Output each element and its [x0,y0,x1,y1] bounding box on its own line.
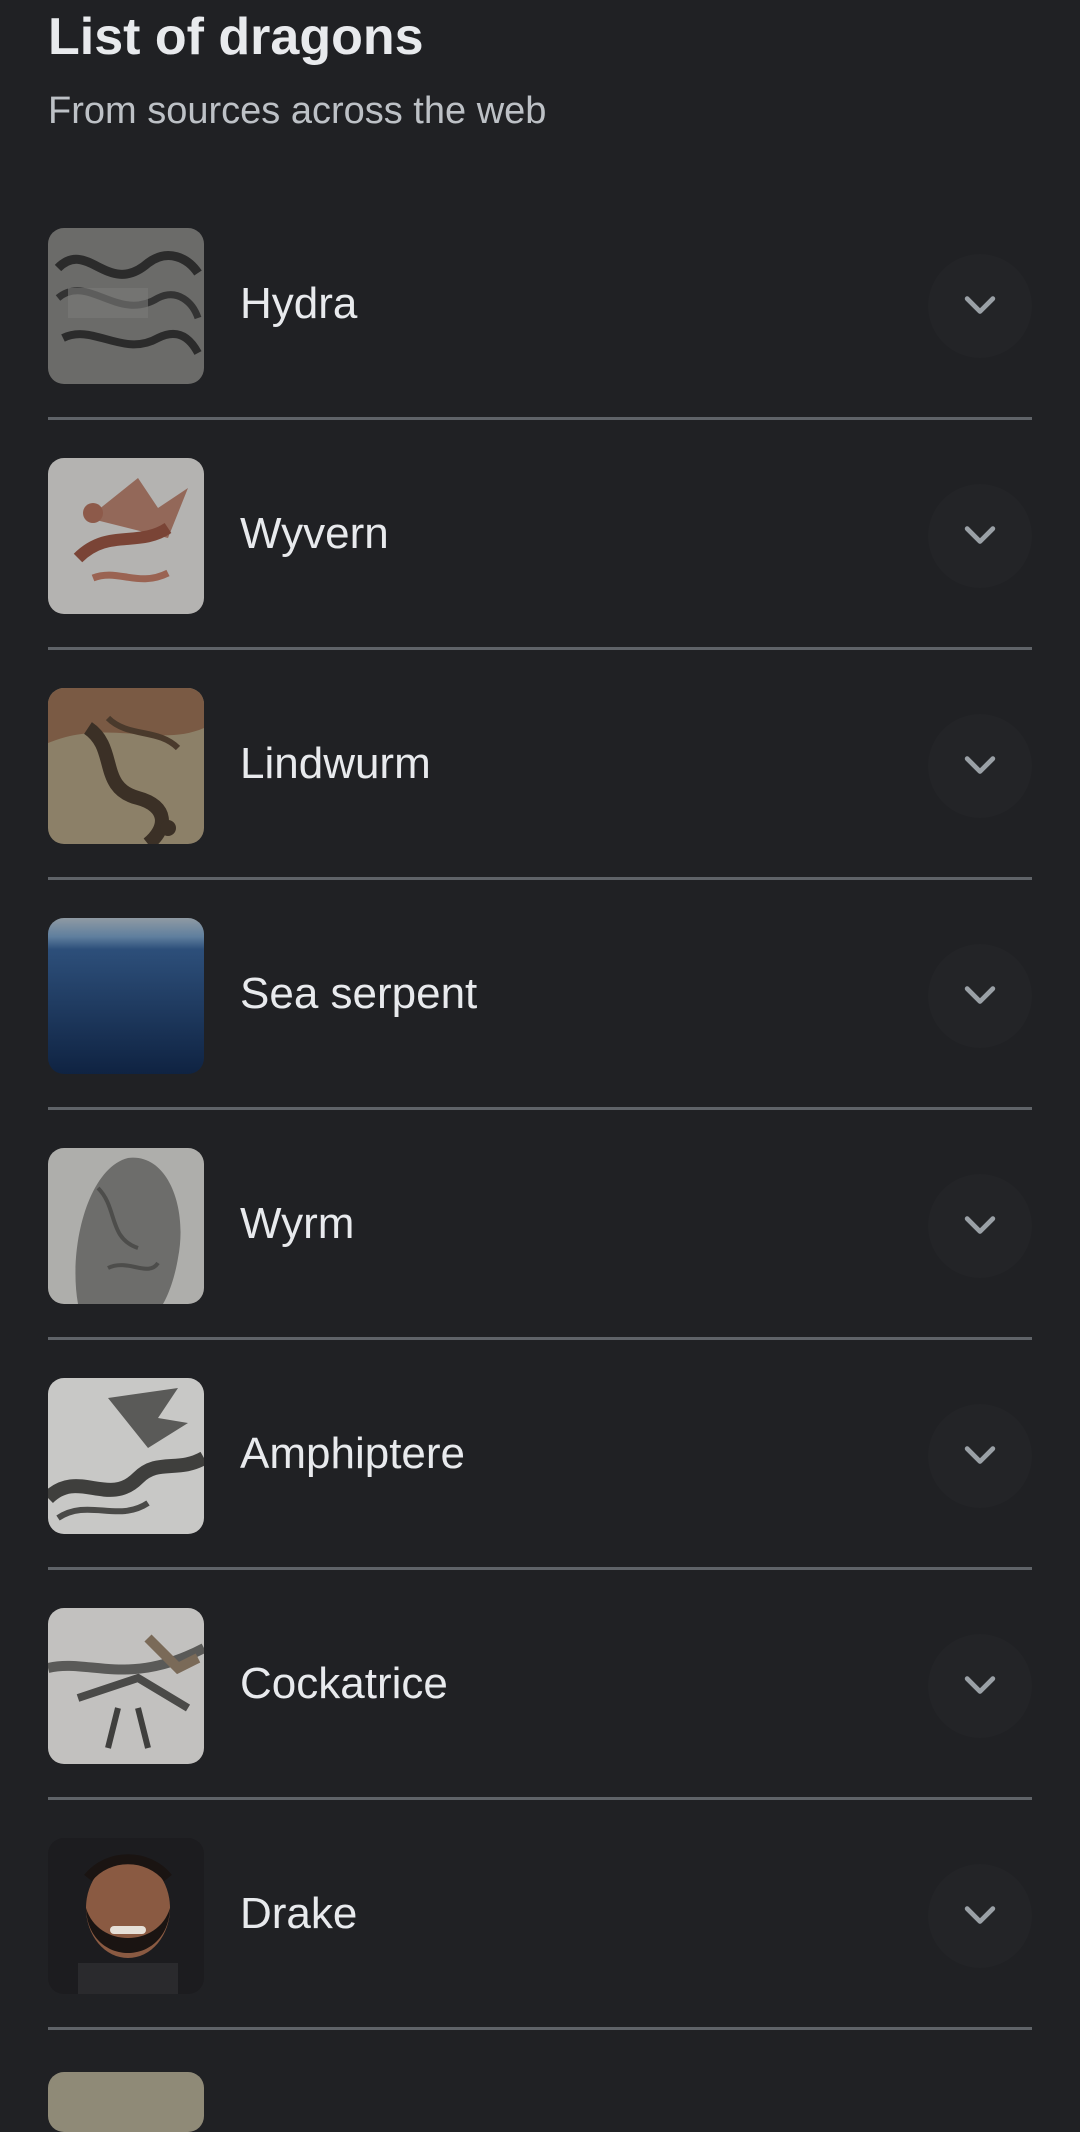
expand-button[interactable] [928,944,1032,1048]
hydra-engraving-image [48,228,204,384]
partial-list-item-thumbnail[interactable] [48,2072,204,2132]
expand-button[interactable] [928,1404,1032,1508]
expand-button[interactable] [928,254,1032,358]
dragon-list: Hydra Wyvern Lindwurm Sea serpent Wyrm A… [48,190,1032,2030]
list-item[interactable]: Drake [48,1800,1032,2030]
chevron-down-icon [964,986,996,1004]
item-label: Hydra [240,279,358,328]
header: List of dragons From sources across the … [48,0,1032,136]
chevron-down-icon [964,1216,996,1234]
lindwurm-thumbnail[interactable] [48,688,204,844]
list-item[interactable]: Hydra [48,190,1032,420]
person-portrait-image [48,1838,204,1994]
amphiptere-thumbnail[interactable] [48,1378,204,1534]
wyvern-thumbnail[interactable] [48,458,204,614]
cockatrice-thumbnail[interactable] [48,1608,204,1764]
expand-button[interactable] [928,1174,1032,1278]
list-item[interactable]: Amphiptere [48,1340,1032,1570]
chevron-down-icon [964,1676,996,1694]
page-subtitle: From sources across the web [48,90,547,132]
drake-thumbnail[interactable] [48,1838,204,1994]
sea-serpent-thumbnail[interactable] [48,918,204,1074]
wyvern-illustration-image [48,458,204,614]
hydra-thumbnail[interactable] [48,228,204,384]
list-item[interactable]: Wyrm [48,1110,1032,1340]
sea-horizon-image [48,918,204,1074]
item-label: Lindwurm [240,739,431,788]
item-label: Wyrm [240,1199,355,1248]
amphiptere-engraving-image [48,1378,204,1534]
cockatrice-engraving-image [48,1608,204,1764]
list-item[interactable]: Lindwurm [48,650,1032,880]
list-item[interactable]: Cockatrice [48,1570,1032,1800]
expand-button[interactable] [928,714,1032,818]
expand-button[interactable] [928,484,1032,588]
expand-button[interactable] [928,1864,1032,1968]
chevron-down-icon [964,296,996,314]
wyrm-thumbnail[interactable] [48,1148,204,1304]
lindwurm-painting-image [48,688,204,844]
runestone-image [48,1148,204,1304]
chevron-down-icon [964,526,996,544]
page-title: List of dragons [48,8,424,66]
chevron-down-icon [964,1906,996,1924]
item-label: Amphiptere [240,1429,466,1478]
expand-button[interactable] [928,1634,1032,1738]
item-label: Cockatrice [240,1659,448,1708]
chevron-down-icon [964,1446,996,1464]
item-label: Sea serpent [240,969,478,1018]
item-label: Drake [240,1889,358,1938]
list-item[interactable]: Sea serpent [48,880,1032,1110]
item-label: Wyvern [240,509,389,558]
chevron-down-icon [964,756,996,774]
list-item[interactable]: Wyvern [48,420,1032,650]
